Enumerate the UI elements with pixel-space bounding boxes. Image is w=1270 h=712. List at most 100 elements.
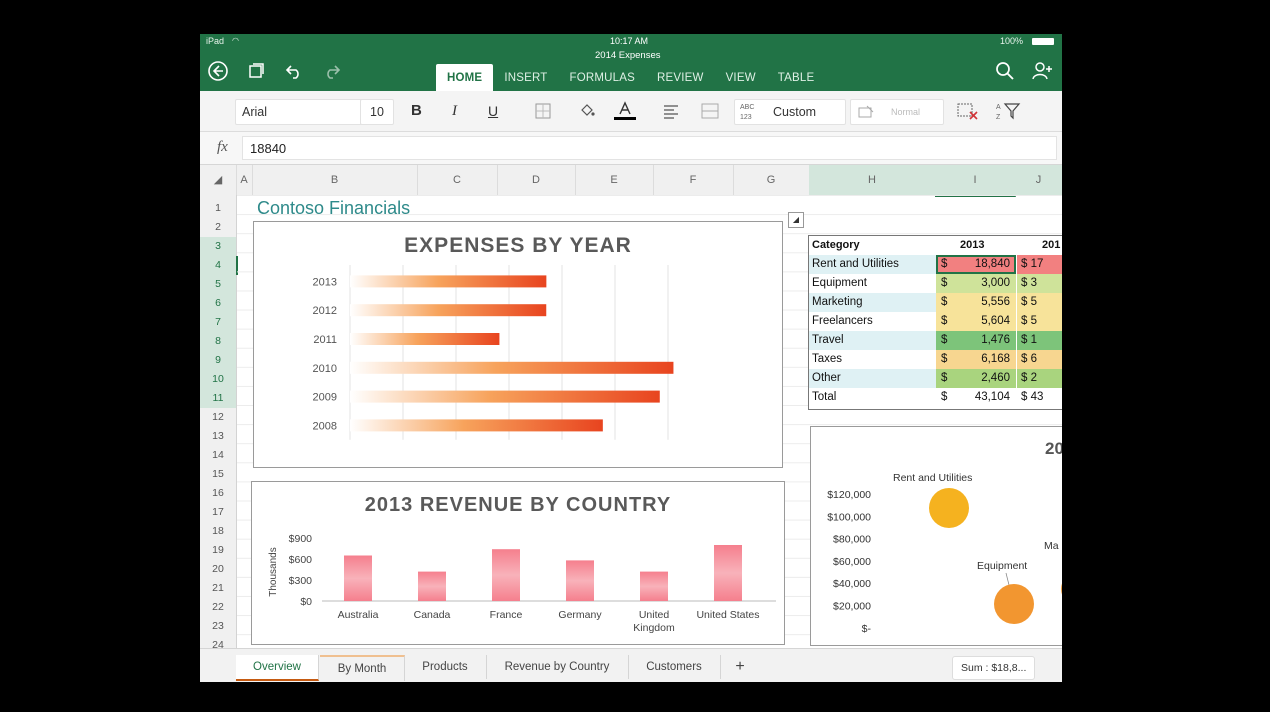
expenses-bar[interactable] [350,304,547,317]
expenses-bar[interactable] [350,275,547,288]
header-category[interactable]: Category [812,236,860,255]
col-d[interactable]: D [497,165,576,195]
row-header[interactable]: 16 [200,484,236,503]
row-header[interactable]: 15 [200,465,236,484]
underline-button[interactable]: U [488,99,498,123]
row-header[interactable]: 18 [200,522,236,541]
align-icon[interactable] [662,99,680,123]
revenue-bar[interactable] [492,549,520,601]
sheet-tab-by-month[interactable]: By Month [320,655,405,681]
tab-home[interactable]: HOME [436,64,494,91]
next-year-cell[interactable]: $ 43 [1017,388,1062,407]
row-header[interactable]: 21 [200,579,236,598]
row-header[interactable]: 9 [200,351,236,370]
col-h[interactable]: H [809,165,936,195]
category-cell[interactable]: Total [809,388,936,407]
row-header[interactable]: 12 [200,408,236,427]
font-name-box[interactable]: Arial [235,99,363,125]
tab-review[interactable]: REVIEW [646,64,715,91]
value-2013-cell[interactable]: $43,104 [936,388,1016,407]
clear-table-icon[interactable] [956,99,980,123]
redo-icon[interactable] [321,60,343,82]
tab-table[interactable]: TABLE [766,64,826,93]
tab-view[interactable]: VIEW [715,64,767,91]
next-year-cell[interactable]: $ 17 [1017,255,1062,274]
sheet-tab-customers[interactable]: Customers [628,655,721,679]
next-year-cell[interactable]: $ 5 [1017,312,1062,331]
bubble-chart-panel[interactable]: 20 $120,000 $100,000 $80,000 $60,000 $40,000… [810,426,1062,646]
number-format-box[interactable]: ABC 123 Custom [734,99,846,125]
bubble-equipment[interactable] [994,584,1034,624]
file-menu-icon[interactable] [245,60,267,82]
font-size-box[interactable]: 10 [360,99,394,125]
tab-formulas[interactable]: FORMULAS [558,64,646,91]
search-icon[interactable] [994,60,1016,82]
category-cell[interactable]: Taxes [809,350,936,369]
row-header[interactable]: 11 [200,389,236,408]
sum-status[interactable]: Sum : $18,8... [952,656,1036,680]
bubble-rent-and-utilities[interactable] [929,488,969,528]
revenue-bar[interactable] [418,571,446,601]
revenue-bar[interactable] [566,560,594,601]
expenses-bar[interactable] [350,333,500,345]
bubble-marketing[interactable] [1061,573,1062,605]
value-2013-cell[interactable]: $5,604 [936,312,1016,331]
row-header[interactable]: 4 [200,256,238,275]
next-year-cell[interactable]: $ 1 [1017,331,1062,350]
category-cell[interactable]: Freelancers [809,312,936,331]
italic-button[interactable]: I [452,99,457,123]
category-cell[interactable]: Other [809,369,936,388]
row-header[interactable]: 19 [200,541,236,560]
row-header[interactable]: 14 [200,446,236,465]
col-e[interactable]: E [575,165,654,195]
share-person-icon[interactable] [1031,60,1053,82]
expenses-bar[interactable] [350,361,674,374]
add-sheet-button[interactable]: + [722,655,758,679]
row-header[interactable]: 10 [200,370,236,389]
revenue-chart-panel[interactable]: 2013 REVENUE BY COUNTRY Thousands $900 $60… [251,481,785,645]
row-header[interactable]: 8 [200,332,236,351]
tab-insert[interactable]: INSERT [493,64,558,91]
borders-icon[interactable] [534,99,552,123]
sheet-tab-products[interactable]: Products [404,655,487,679]
row-header[interactable]: 17 [200,503,236,522]
row-header[interactable]: 2 [200,218,236,237]
undo-icon[interactable] [283,60,305,82]
back-icon[interactable] [207,60,229,82]
value-2013-cell[interactable]: $5,556 [936,293,1016,312]
cell-style-box[interactable]: Normal [850,99,944,125]
sort-filter-icon[interactable]: AZ [996,99,1022,123]
col-a[interactable]: A [236,165,253,195]
next-year-cell[interactable]: $ 3 [1017,274,1062,293]
header-next-year[interactable]: 201 [1042,236,1060,255]
row-header[interactable]: 22 [200,598,236,617]
expenses-bar[interactable] [350,419,603,432]
col-c[interactable]: C [417,165,498,195]
row-header[interactable]: 1 [200,199,236,218]
row-header[interactable]: 20 [200,560,236,579]
expenses-chart-panel[interactable]: EXPENSES BY YEAR 2013 2012 2011 2010 2009 200… [253,221,783,468]
col-f[interactable]: F [653,165,734,195]
col-g[interactable]: G [733,165,810,195]
merge-cells-icon[interactable] [700,99,720,123]
category-cell[interactable]: Equipment [809,274,936,293]
sheet-tab-overview[interactable]: Overview [236,655,319,681]
value-2013-cell[interactable]: $18,840 [936,255,1016,274]
category-cell[interactable]: Marketing [809,293,936,312]
row-header[interactable]: 6 [200,294,236,313]
row-header[interactable]: 5 [200,275,236,294]
chart-expand-icon[interactable]: ◢ [788,212,804,228]
font-color-icon[interactable] [612,99,638,123]
row-header[interactable]: 7 [200,313,236,332]
value-2013-cell[interactable]: $2,460 [936,369,1016,388]
sheet-tab-revenue-by-country[interactable]: Revenue by Country [486,655,629,679]
col-b[interactable]: B [252,165,418,195]
formula-input[interactable]: 18840 [242,136,1057,160]
revenue-bar[interactable] [640,571,668,601]
next-year-cell[interactable]: $ 5 [1017,293,1062,312]
value-2013-cell[interactable]: $6,168 [936,350,1016,369]
select-all-corner[interactable]: ◢ [200,165,237,195]
value-2013-cell[interactable]: $1,476 [936,331,1016,350]
category-cell[interactable]: Rent and Utilities [809,255,936,274]
row-header[interactable]: 23 [200,617,236,636]
